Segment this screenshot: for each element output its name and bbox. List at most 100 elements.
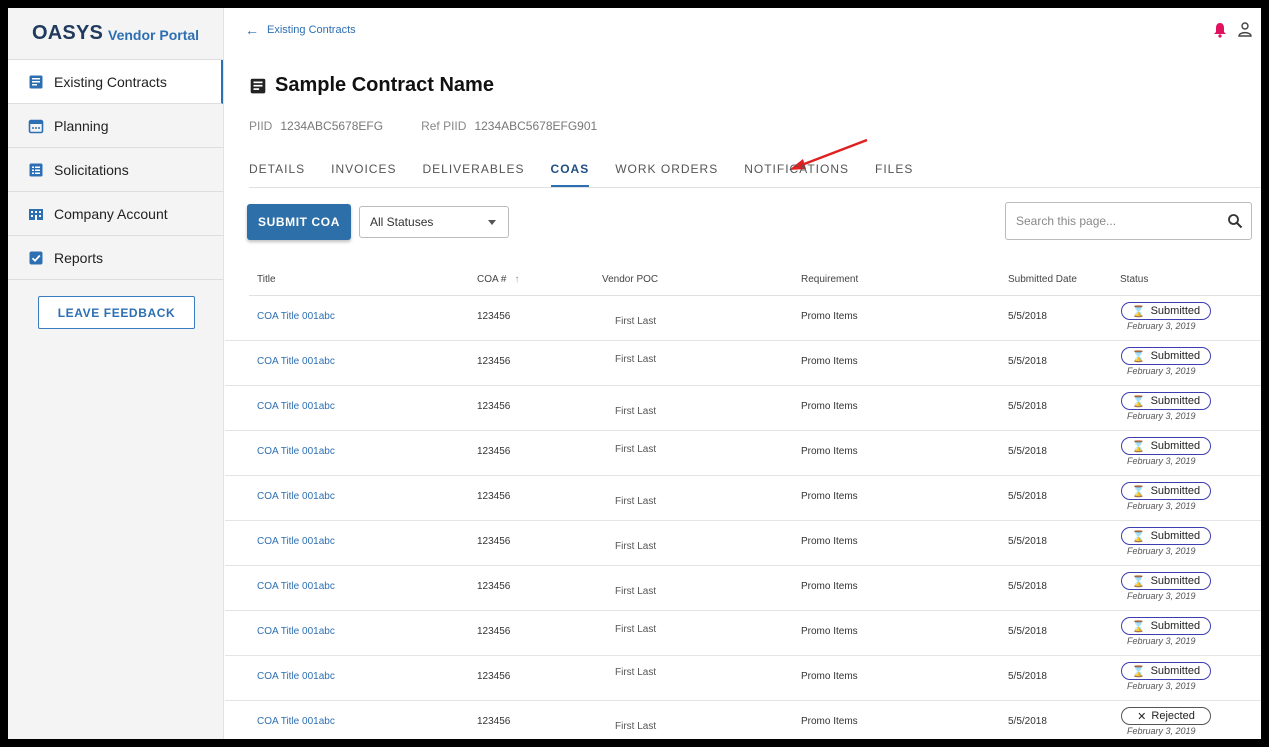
coa-number: 123456 [477, 401, 511, 412]
search-input[interactable]: Search this page... [1005, 202, 1252, 240]
status-badge: ⌛ Submitted [1121, 392, 1211, 410]
submitted-date: 5/5/2018 [1008, 536, 1047, 547]
coa-title-link[interactable]: COA Title 001abc [257, 671, 335, 682]
vendor-poc: First Last [615, 586, 657, 597]
back-arrow-icon: ← [245, 22, 259, 38]
hourglass-icon: ⌛ [1131, 530, 1146, 543]
tab-work-orders[interactable]: WORK ORDERS [615, 158, 718, 187]
table-row[interactable]: COA Title 001abc 123456 First Last Promo It… [225, 296, 1261, 341]
submitted-date: 5/5/2018 [1008, 581, 1047, 592]
column-submitted-date[interactable]: Submitted Date [1008, 274, 1077, 285]
submitted-date: 5/5/2018 [1008, 626, 1047, 637]
coa-title-link[interactable]: COA Title 001abc [257, 491, 335, 502]
status-date: February 3, 2019 [1127, 501, 1196, 511]
submitted-date: 5/5/2018 [1008, 311, 1047, 322]
coa-number: 123456 [477, 446, 511, 457]
submitted-date: 5/5/2018 [1008, 671, 1047, 682]
coa-number: 123456 [477, 716, 511, 727]
tab-files[interactable]: FILES [875, 158, 913, 187]
contract-title: Sample Contract Name [275, 74, 494, 96]
building-icon [29, 208, 43, 220]
ref-piid-group: Ref PIID 1234ABC5678EFG901 [421, 119, 597, 133]
ref-piid-value: 1234ABC5678EFG901 [474, 119, 598, 133]
sidebar-item-label: Company Account [54, 205, 168, 222]
leave-feedback-button[interactable]: LEAVE FEEDBACK [38, 296, 195, 329]
column-requirement[interactable]: Requirement [801, 274, 858, 285]
table-row[interactable]: COA Title 001abc 123456 First Last Promo It… [225, 476, 1261, 521]
bell-icon[interactable] [1213, 22, 1227, 38]
vendor-poc: First Last [615, 496, 657, 507]
coa-title-link[interactable]: COA Title 001abc [257, 311, 335, 322]
status-date: February 3, 2019 [1127, 411, 1196, 421]
coa-title-link[interactable]: COA Title 001abc [257, 446, 335, 457]
vendor-poc: First Last [615, 316, 657, 327]
brand-logo[interactable]: OASYS Vendor Portal [8, 8, 223, 60]
column-title[interactable]: Title [257, 274, 276, 285]
vendor-poc: First Last [615, 624, 657, 635]
status-date: February 3, 2019 [1127, 321, 1196, 331]
table-row[interactable]: COA Title 001abc 123456 First Last Promo It… [225, 341, 1261, 386]
table-row[interactable]: COA Title 001abc 123456 First Last Promo It… [225, 611, 1261, 656]
coa-number: 123456 [477, 536, 511, 547]
piid-group: PIID 1234ABC5678EFG [249, 119, 383, 133]
table-row[interactable]: COA Title 001abc 123456 First Last Promo It… [225, 521, 1261, 566]
status-label: Submitted [1150, 350, 1201, 362]
coa-title-link[interactable]: COA Title 001abc [257, 581, 335, 592]
table-row[interactable]: COA Title 001abc 123456 First Last Promo It… [225, 656, 1261, 701]
status-label: Submitted [1150, 530, 1201, 542]
column-status[interactable]: Status [1120, 274, 1148, 285]
submitted-date: 5/5/2018 [1008, 446, 1047, 457]
status-label: Submitted [1150, 575, 1201, 587]
breadcrumb[interactable]: ← Existing Contracts [245, 22, 356, 38]
requirement: Promo Items [801, 446, 858, 457]
table-row[interactable]: COA Title 001abc 123456 First Last Promo It… [225, 566, 1261, 611]
column-coa-number[interactable]: COA # ↑ [477, 274, 519, 285]
search-icon[interactable] [1227, 213, 1243, 229]
tab-deliverables[interactable]: DELIVERABLES [422, 158, 524, 187]
tab-details[interactable]: DETAILS [249, 158, 305, 187]
calendar-icon [28, 119, 44, 133]
status-badge: ⌛ Submitted [1121, 437, 1211, 455]
tab-notifications[interactable]: NOTIFICATIONS [744, 158, 849, 187]
submitted-date: 5/5/2018 [1008, 401, 1047, 412]
coa-title-link[interactable]: COA Title 001abc [257, 716, 335, 727]
sidebar-item-solicitations[interactable]: Solicitations [8, 148, 223, 192]
tab-invoices[interactable]: INVOICES [331, 158, 396, 187]
status-date: February 3, 2019 [1127, 681, 1196, 691]
table-row[interactable]: COA Title 001abc 123456 First Last Promo It… [225, 701, 1261, 739]
tab-coas[interactable]: COAS [550, 158, 590, 187]
coa-title-link[interactable]: COA Title 001abc [257, 626, 335, 637]
column-vendor-poc[interactable]: Vendor POC [602, 274, 658, 285]
status-date: February 3, 2019 [1127, 546, 1196, 556]
sidebar: OASYS Vendor Portal Existing Contracts P… [8, 8, 224, 739]
sidebar-item-reports[interactable]: Reports [8, 236, 223, 280]
sidebar-item-company-account[interactable]: Company Account [8, 192, 223, 236]
piid-value: 1234ABC5678EFG [280, 119, 384, 133]
status-label: Submitted [1150, 665, 1201, 677]
status-label: Submitted [1150, 485, 1201, 497]
coa-title-link[interactable]: COA Title 001abc [257, 536, 335, 547]
user-icon[interactable] [1237, 21, 1253, 37]
breadcrumb-label: Existing Contracts [267, 24, 356, 36]
vendor-poc: First Last [615, 541, 657, 552]
status-date: February 3, 2019 [1127, 726, 1196, 736]
submit-coa-button[interactable]: SUBMIT COA [247, 204, 351, 240]
status-label: Submitted [1150, 305, 1201, 317]
list-icon [29, 163, 43, 176]
status-badge: ⌛ Submitted [1121, 572, 1211, 590]
hourglass-icon: ⌛ [1131, 305, 1146, 318]
main-content: ← Existing Contracts Sample Contract Nam… [225, 8, 1261, 739]
sidebar-item-existing-contracts[interactable]: Existing Contracts [8, 60, 223, 104]
table-row[interactable]: COA Title 001abc 123456 First Last Promo It… [225, 431, 1261, 476]
vendor-poc: First Last [615, 406, 657, 417]
status-filter-select[interactable]: All Statuses [359, 206, 509, 238]
status-badge: ⌛ Submitted [1121, 527, 1211, 545]
coa-number: 123456 [477, 626, 511, 637]
coa-title-link[interactable]: COA Title 001abc [257, 356, 335, 367]
status-badge: ⌛ Submitted [1121, 617, 1211, 635]
sidebar-item-planning[interactable]: Planning [8, 104, 223, 148]
sidebar-item-label: Solicitations [54, 161, 129, 178]
table-row[interactable]: COA Title 001abc 123456 First Last Promo It… [225, 386, 1261, 431]
contract-ids: PIID 1234ABC5678EFG Ref PIID 1234ABC5678… [249, 119, 635, 133]
coa-title-link[interactable]: COA Title 001abc [257, 401, 335, 412]
